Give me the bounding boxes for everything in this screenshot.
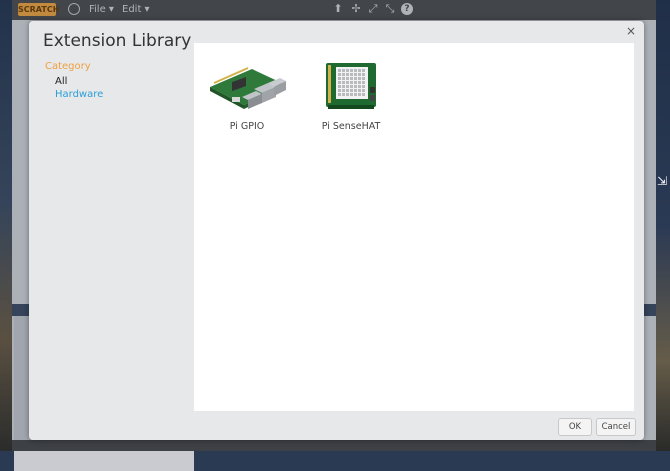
raspberry-pi-board-icon xyxy=(202,59,292,119)
extension-pi-gpio[interactable]: Pi GPIO xyxy=(202,59,292,132)
extension-pi-sensehat[interactable]: Pi SenseHAT xyxy=(306,59,396,132)
category-hardware[interactable]: Hardware xyxy=(55,89,103,100)
dialog-title: Extension Library xyxy=(43,31,192,51)
category-heading: Category xyxy=(45,61,91,72)
sensehat-board-icon xyxy=(306,59,396,119)
extension-list: Pi GPIO Pi SenseHAT xyxy=(194,43,634,411)
ok-button[interactable]: OK xyxy=(558,418,592,436)
cancel-button[interactable]: Cancel xyxy=(596,418,636,436)
extension-name: Pi GPIO xyxy=(229,121,265,132)
close-button[interactable]: × xyxy=(625,24,637,38)
category-all[interactable]: All xyxy=(55,76,67,87)
extension-name: Pi SenseHAT xyxy=(321,121,381,132)
extension-library-dialog: Extension Library × Category All Hardwar… xyxy=(29,21,644,440)
mouse-cursor-icon: ⇲ xyxy=(657,174,668,188)
